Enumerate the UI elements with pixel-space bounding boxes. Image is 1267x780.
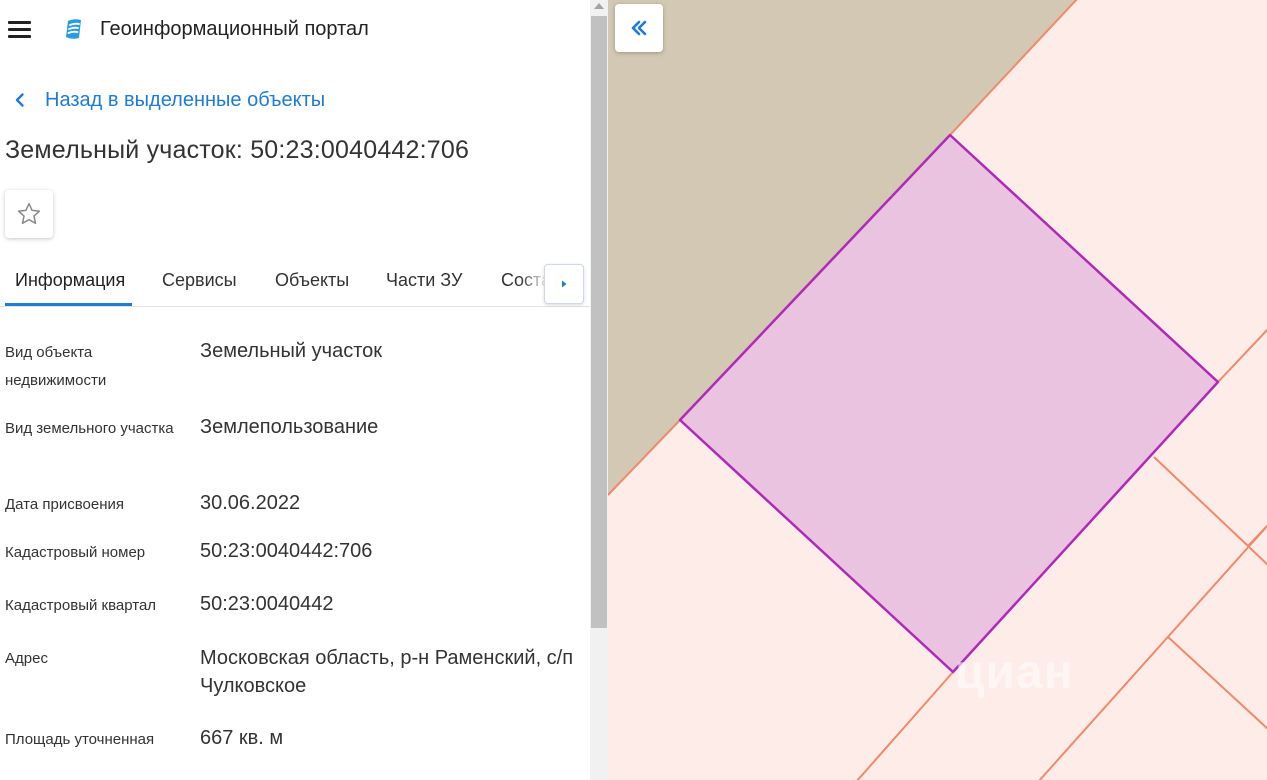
- info-value-object-type: Земельный участок: [200, 340, 383, 362]
- info-value-assign-date: 30.06.2022: [200, 492, 301, 514]
- info-label-cadastral-quarter: Кадастровый квартал: [5, 597, 157, 614]
- favorite-button[interactable]: [5, 190, 53, 238]
- info-value-address: Московская область, р-н Раменский, с/п Ч…: [200, 647, 574, 697]
- info-value-cadastral-quarter: 50:23:0040442: [200, 593, 334, 615]
- boundary-line: [1247, 524, 1267, 547]
- active-tab-indicator: [5, 303, 132, 306]
- back-link-label: Назад в выделенные объекты: [45, 88, 326, 111]
- top-bar: Геоинформационный портал: [0, 0, 590, 58]
- boundary-line: [1217, 328, 1267, 383]
- collapse-panel-button[interactable]: [615, 4, 663, 52]
- cadastral-map: [608, 0, 1267, 780]
- tab-scroll-right-button[interactable]: [544, 264, 584, 304]
- star-outline-icon: [17, 202, 41, 225]
- info-label-parcel-type: Вид земельного участка: [5, 420, 174, 437]
- portal-logo-icon: [66, 19, 81, 39]
- map-view[interactable]: циан: [608, 0, 1267, 780]
- boundary-line: [856, 671, 954, 780]
- double-chevron-left-icon: [631, 20, 647, 36]
- info-panel: Геоинформационный портал Назад в выделен…: [0, 0, 590, 780]
- panel-scrollbar[interactable]: [590, 0, 608, 780]
- tab-services[interactable]: Сервисы: [162, 270, 237, 291]
- tab-objects[interactable]: Объекты: [275, 270, 349, 291]
- info-label-address: Адрес: [5, 650, 48, 667]
- scroll-up-arrow[interactable]: [594, 3, 604, 9]
- caret-right-icon: [562, 280, 567, 288]
- chevron-left-icon: [15, 93, 24, 107]
- map-watermark: циан: [955, 646, 1074, 699]
- info-label-cadastral-number: Кадастровый номер: [5, 544, 146, 561]
- info-value-area: 667 кв. м: [200, 727, 284, 749]
- boundary-line: [1247, 545, 1267, 566]
- tab-bar: Информация Сервисы Объекты Части ЗУ Сост…: [0, 258, 590, 307]
- page-title: Земельный участок: 50:23:0040442:706: [5, 136, 470, 164]
- info-label-object-type: Вид объекта недвижимости: [5, 344, 107, 389]
- back-to-selected-link[interactable]: Назад в выделенные объекты: [12, 87, 325, 113]
- scroll-thumb[interactable]: [591, 16, 607, 628]
- info-label-assign-date: Дата присвоения: [5, 496, 124, 513]
- boundary-line: [1153, 456, 1249, 547]
- info-value-cadastral-number: 50:23:0040442:706: [200, 540, 373, 562]
- info-value-parcel-type: Землепользование: [200, 416, 379, 438]
- boundary-line: [1167, 636, 1267, 730]
- hamburger-icon[interactable]: [8, 18, 32, 40]
- tab-parts[interactable]: Части ЗУ: [386, 270, 462, 291]
- app-title: Геоинформационный портал: [100, 18, 369, 40]
- tab-information[interactable]: Информация: [15, 270, 125, 291]
- info-label-area: Площадь уточненная: [5, 731, 155, 748]
